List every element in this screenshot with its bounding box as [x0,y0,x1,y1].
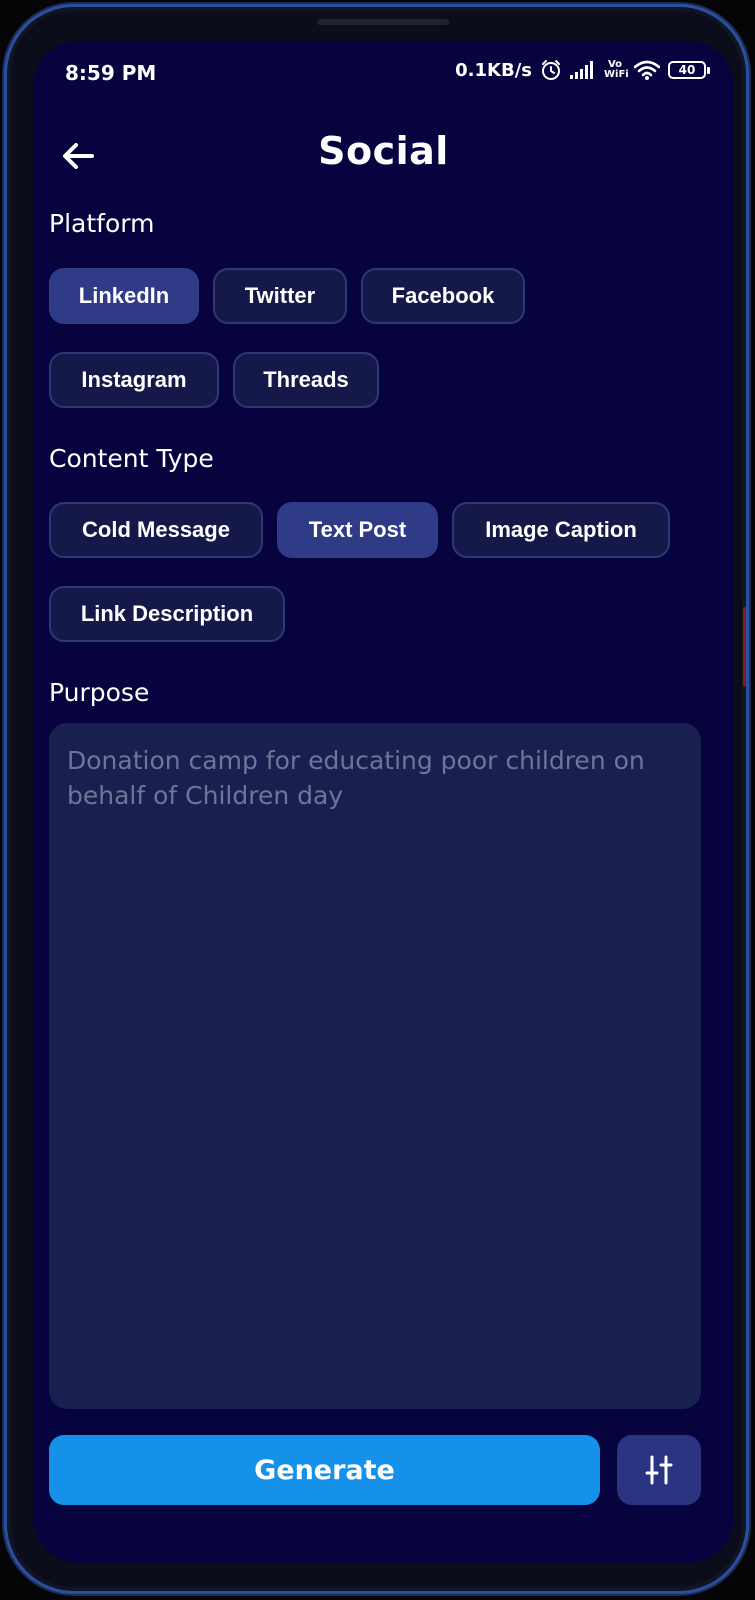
purpose-label: Purpose [49,678,150,707]
network-speed: 0.1KB/s [455,59,532,81]
purpose-placeholder: Donation camp for educating poor childre… [67,746,645,810]
status-time: 8:59 PM [65,61,157,85]
app-header: Social [33,121,734,191]
chip-cold-message[interactable]: Cold Message [49,502,263,558]
vowifi-indicator: Vo WiFi [604,60,629,80]
settings-button[interactable] [617,1435,701,1505]
app-screen: 8:59 PM 0.1KB/s Vo WiFi 40 Social Platfo… [33,41,734,1563]
vowifi-bottom-text: WiFi [604,69,629,80]
battery-icon: 40 [668,61,710,79]
phone-frame: 8:59 PM 0.1KB/s Vo WiFi 40 Social Platfo… [4,4,749,1594]
page-title: Social [318,129,449,173]
platform-label: Platform [49,209,155,238]
alarm-icon [540,59,562,81]
chip-text-post[interactable]: Text Post [277,502,438,558]
side-button [743,607,746,687]
chip-threads[interactable]: Threads [233,352,379,408]
chip-twitter[interactable]: Twitter [213,268,347,324]
speaker-grille [317,19,449,25]
content-type-label: Content Type [49,444,214,473]
chip-facebook[interactable]: Facebook [361,268,525,324]
status-icons: 0.1KB/s Vo WiFi 40 [455,59,710,81]
chip-link-description[interactable]: Link Description [49,586,285,642]
sliders-icon [645,1455,673,1485]
chip-image-caption[interactable]: Image Caption [452,502,670,558]
status-bar: 8:59 PM 0.1KB/s Vo WiFi 40 [33,41,734,103]
purpose-input[interactable]: Donation camp for educating poor childre… [49,723,701,1409]
chip-linkedin[interactable]: LinkedIn [49,268,199,324]
chip-instagram[interactable]: Instagram [49,352,219,408]
generate-button[interactable]: Generate [49,1435,600,1505]
signal-icon [570,61,596,79]
wifi-icon [634,60,660,80]
